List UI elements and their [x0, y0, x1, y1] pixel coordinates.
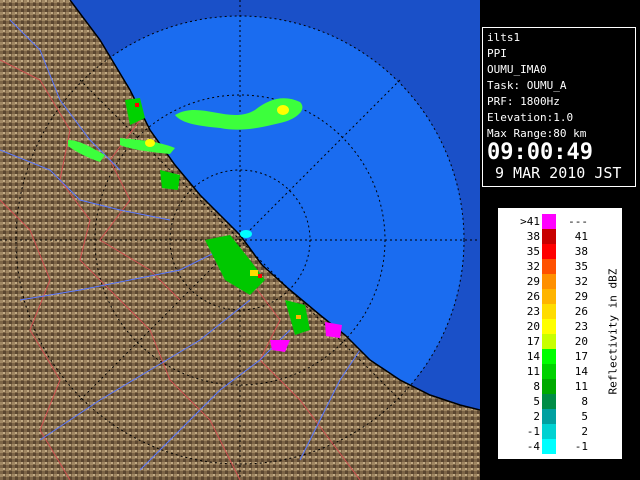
legend-upper-value: 11: [574, 380, 588, 393]
legend-upper-value: 38: [574, 245, 588, 258]
legend-lower-value: 11: [526, 365, 540, 378]
product-type: PPI: [487, 47, 507, 60]
legend-swatch: [542, 244, 556, 259]
legend-swatch: [542, 229, 556, 244]
legend-upper-value: 5: [581, 410, 588, 423]
radar-map: [0, 0, 480, 480]
legend-swatch: [542, 319, 556, 334]
legend-row: 29 32: [498, 274, 624, 289]
legend-swatch: [542, 379, 556, 394]
legend-lower-value: 20: [526, 320, 540, 333]
legend-upper-value: 17: [574, 350, 588, 363]
legend-upper-value: 8: [581, 395, 588, 408]
observation-date: 9 MAR 2010 JST: [495, 164, 622, 182]
legend-upper-value: 23: [574, 320, 588, 333]
station-id: OUMU_IMA0: [487, 63, 547, 76]
max-range-value: Max Range:80 km: [487, 127, 587, 140]
legend-upper-value: -1: [574, 440, 588, 453]
legend-lower-value: 8: [533, 380, 540, 393]
reflectivity-legend: Reflectivity in dBZ >41 --- 38 41 35 38 32 35 29…: [497, 207, 623, 460]
legend-row: 35 38: [498, 244, 624, 259]
legend-upper-value: 41: [574, 230, 588, 243]
legend-upper-value: 32: [574, 275, 588, 288]
legend-upper-value: 20: [574, 335, 588, 348]
legend-lower-value: 32: [526, 260, 540, 273]
legend-lower-value: 29: [526, 275, 540, 288]
legend-lower-value: 23: [526, 305, 540, 318]
legend-swatch: [542, 259, 556, 274]
legend-swatch: [542, 439, 556, 454]
legend-swatch: [542, 424, 556, 439]
legend-row: >41 ---: [498, 214, 624, 229]
legend-swatch: [542, 349, 556, 364]
legend-lower-value: -1: [526, 425, 540, 438]
legend-lower-value: 26: [526, 290, 540, 303]
legend-row: -4 -1: [498, 439, 624, 454]
legend-lower-value: -4: [526, 440, 540, 453]
legend-lower-value: 5: [533, 395, 540, 408]
legend-upper-value: 2: [581, 425, 588, 438]
legend-row: 11 14: [498, 364, 624, 379]
legend-upper-value: 26: [574, 305, 588, 318]
legend-lower-value: >41: [520, 215, 540, 228]
legend-row: 20 23: [498, 319, 624, 334]
elevation-value: Elevation:1.0: [487, 111, 574, 124]
task-name: Task: OUMU_A: [487, 79, 567, 92]
legend-swatch: [542, 409, 556, 424]
legend-swatch: [542, 304, 556, 319]
legend-upper-value: 35: [574, 260, 588, 273]
radar-info-box: ilts1 PPI OUMU_IMA0 Task: OUMU_A PRF: 18…: [482, 27, 636, 187]
prf-value: PRF: 1800Hz: [487, 95, 560, 108]
legend-swatch: [542, 214, 556, 229]
legend-swatch: [542, 334, 556, 349]
legend-row: 14 17: [498, 349, 624, 364]
legend-row: 38 41: [498, 229, 624, 244]
legend-lower-value: 38: [526, 230, 540, 243]
site-name: ilts1: [487, 31, 521, 44]
legend-row: -1 2: [498, 424, 624, 439]
legend-swatch: [542, 394, 556, 409]
legend-lower-value: 35: [526, 245, 540, 258]
legend-lower-value: 17: [526, 335, 540, 348]
legend-row: 23 26: [498, 304, 624, 319]
legend-row: 26 29: [498, 289, 624, 304]
legend-row: 58: [498, 394, 624, 409]
legend-lower-value: 2: [533, 410, 540, 423]
legend-row: 8 11: [498, 379, 624, 394]
legend-swatch: [542, 274, 556, 289]
legend-row: 17 20: [498, 334, 624, 349]
legend-lower-value: 14: [526, 350, 540, 363]
observation-time: 09:00:49: [487, 140, 593, 165]
legend-row: 25: [498, 409, 624, 424]
legend-row: 32 35: [498, 259, 624, 274]
legend-upper-value: 29: [574, 290, 588, 303]
legend-swatch: [542, 289, 556, 304]
legend-upper-value: 14: [574, 365, 588, 378]
legend-swatch: [542, 364, 556, 379]
legend-upper-value: ---: [568, 215, 588, 228]
